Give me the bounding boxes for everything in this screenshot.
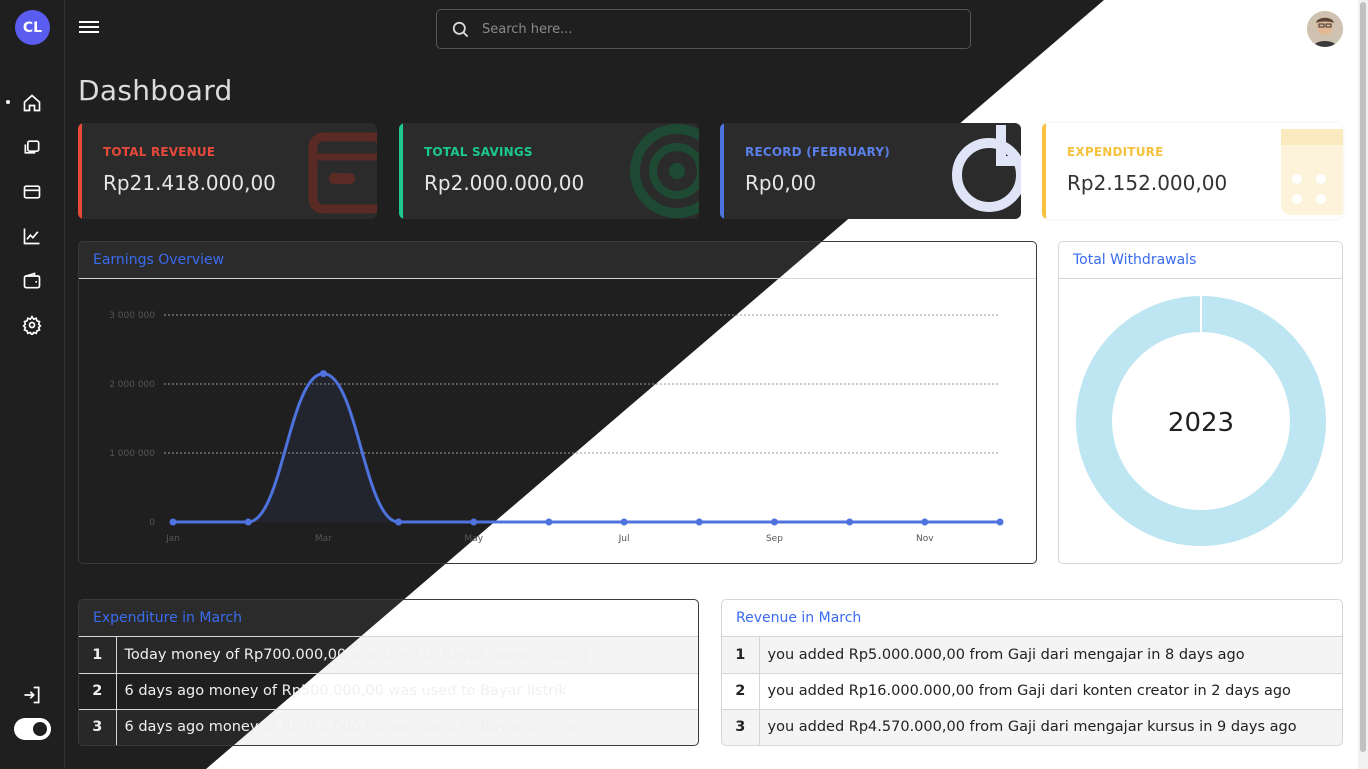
avatar[interactable] [1307, 11, 1343, 47]
expenditure-panel: Expenditure in March 1 Today money of Rp7… [78, 599, 699, 746]
panel-title: Expenditure in March [79, 600, 698, 637]
target-icon [627, 123, 699, 219]
earnings-overview-panel: Earnings Overview 0 1 000 000 2 000 000 3 0… [78, 241, 1037, 564]
withdrawals-donut-chart: 2023 [1076, 295, 1326, 546]
data-point[interactable] [695, 518, 703, 526]
data-point[interactable] [996, 518, 1004, 526]
wallet-icon[interactable] [18, 267, 46, 295]
y-tick-label: 1 000 000 [109, 449, 155, 459]
logout-icon[interactable] [18, 681, 46, 709]
table-row: 3 you added Rp4.570.000,00 from Gaji dari… [722, 709, 1342, 745]
row-number: 3 [79, 709, 117, 745]
total-withdrawals-panel: Total Withdrawals 2023 [1058, 241, 1343, 564]
card-accent [720, 123, 724, 219]
card-label: TOTAL REVENUE [103, 145, 216, 159]
row-number: 2 [79, 673, 117, 710]
card-value: Rp0,00 [745, 171, 817, 195]
earnings-chart: 0 1 000 000 2 000 000 3 000 000 Jan Mar May Jul… [109, 311, 1004, 544]
sidebar: CL [0, 0, 65, 769]
data-point[interactable] [169, 518, 177, 526]
data-point[interactable] [244, 518, 252, 526]
x-tick-label: Nov [916, 534, 934, 544]
row-text: Today money of Rp700.000,00 was used to … [116, 637, 698, 674]
y-tick-label: 2 000 000 [109, 380, 155, 390]
search-bar [436, 9, 971, 49]
data-point[interactable] [319, 370, 327, 378]
table-row: 1 Today money of Rp700.000,00 was used to… [79, 637, 698, 674]
row-text: 6 days ago money of Rp500.000,00 was use… [116, 673, 698, 710]
panel-title: Revenue in March [722, 600, 1342, 637]
data-point[interactable] [921, 518, 929, 526]
card-total-revenue: TOTAL REVENUE Rp21.418.000,00 [78, 123, 377, 219]
card-value: Rp21.418.000,00 [103, 171, 276, 195]
card-accent [1042, 123, 1046, 219]
settings-icon[interactable] [18, 311, 46, 339]
logo-text: CL [22, 19, 43, 36]
revenue-table: 1 you added Rp5.000.000,00 from Gaji dari… [722, 637, 1342, 745]
panel-title: Total Withdrawals [1059, 242, 1342, 279]
card-label: EXPENDITURE [1067, 145, 1164, 159]
data-point[interactable] [470, 518, 478, 526]
revenue-panel: Revenue in March 1 you added Rp5.000.000,… [721, 599, 1343, 746]
card-accent [78, 123, 82, 219]
row-number: 2 [722, 673, 760, 710]
chart-icon[interactable] [18, 222, 46, 250]
calendar-icon [1271, 123, 1343, 219]
theme-toggle[interactable] [14, 718, 51, 740]
data-point[interactable] [395, 518, 403, 526]
wallet-icon [305, 123, 377, 219]
search-input[interactable] [482, 18, 952, 40]
table-row: 26 days ago money of Rp500.000,00 was us… [79, 673, 698, 710]
table-row: 2 you added Rp16.000.000,00 from Gaji dar… [722, 673, 1342, 710]
toggle-knob [33, 722, 47, 736]
card-expenditure: EXPENDITURE Rp2.152.000,00 [1042, 123, 1343, 219]
x-tick-label: Jul [618, 534, 630, 544]
scrollbar-thumb[interactable] [1360, 2, 1366, 752]
row-text: you added Rp5.000.000,00 from Gaji dari … [759, 637, 1342, 674]
card-accent [399, 123, 403, 219]
x-tick-label: May [464, 534, 483, 544]
row-text: 6 days ago money of Rp952.000,00 was use… [116, 709, 698, 745]
y-tick-label: 3 000 000 [109, 311, 155, 321]
search-icon[interactable] [451, 20, 470, 43]
table-row: 36 days ago money of Rp952.000,00 was us… [79, 709, 698, 745]
row-text: you added Rp16.000.000,00 from Gaji dari… [759, 673, 1342, 710]
data-point[interactable] [620, 518, 628, 526]
card-total-savings: TOTAL SAVINGS Rp2.000.000,00 [399, 123, 699, 219]
data-point[interactable] [846, 518, 854, 526]
expenditure-table: 1 Today money of Rp700.000,00 was used to… [79, 637, 698, 745]
table-row: 1 you added Rp5.000.000,00 from Gaji dari… [722, 637, 1342, 674]
scrollbar[interactable] [1358, 0, 1368, 769]
card-value: Rp2.000.000,00 [424, 171, 585, 195]
x-tick-label: Jan [165, 534, 180, 544]
area-fill [173, 373, 1000, 522]
page-title: Dashboard [78, 74, 233, 107]
home-icon[interactable] [18, 89, 46, 117]
card-label: RECORD (FEBRUARY) [745, 145, 890, 159]
donut-center-label: 2023 [1168, 408, 1234, 438]
x-tick-label: Sep [766, 534, 783, 544]
data-point[interactable] [545, 518, 553, 526]
row-number: 3 [722, 709, 760, 745]
row-text: you added Rp4.570.000,00 from Gaji dari … [759, 709, 1342, 745]
pie-icon [949, 123, 1021, 219]
row-number: 1 [722, 637, 760, 674]
menu-icon[interactable] [79, 18, 100, 40]
logo[interactable]: CL [15, 10, 50, 45]
card-label: TOTAL SAVINGS [424, 145, 533, 159]
y-tick-label: 0 [149, 518, 155, 528]
active-indicator [6, 100, 10, 104]
layers-icon[interactable] [18, 133, 46, 161]
card-record-february: RECORD (FEBRUARY) Rp0,00 [720, 123, 1021, 219]
credit-card-icon[interactable] [18, 178, 46, 206]
data-point[interactable] [770, 518, 778, 526]
panel-title: Earnings Overview [79, 242, 1036, 279]
card-value: Rp2.152.000,00 [1067, 171, 1228, 195]
row-number: 1 [79, 637, 117, 674]
x-tick-label: Mar [315, 534, 332, 544]
